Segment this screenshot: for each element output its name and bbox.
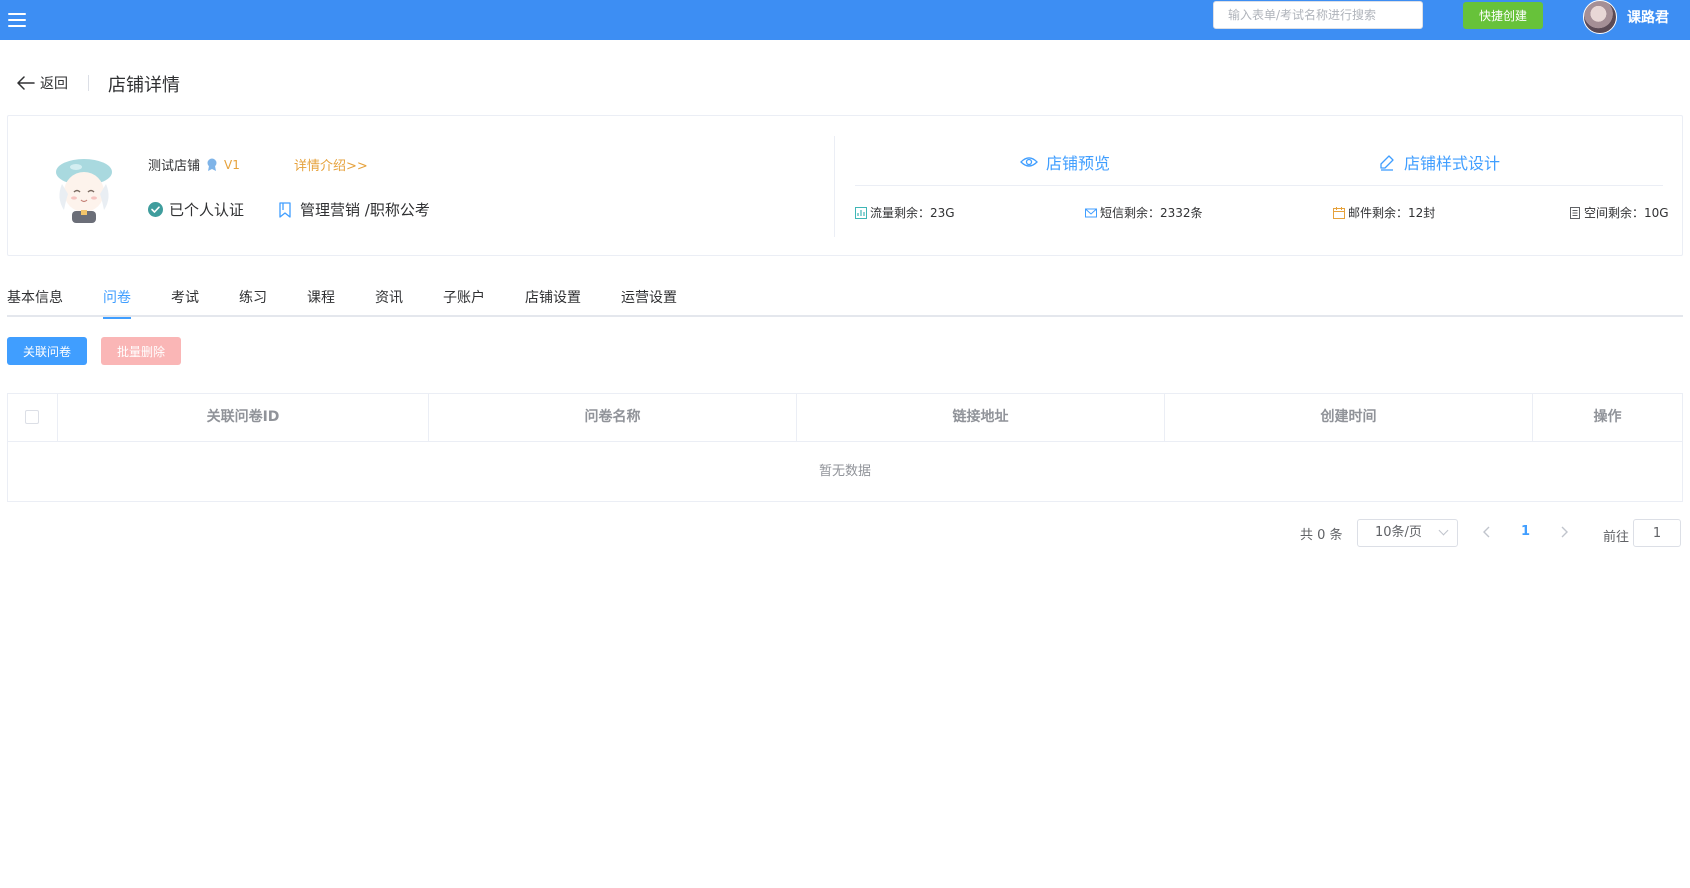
store-info-card: 测试店铺 V1 详情介绍>> 已个人认证 管理营销 /职称公考 店铺预览 店铺样… [7, 115, 1683, 256]
check-circle-icon [148, 202, 163, 217]
table-header-select [8, 394, 58, 441]
chevron-right-icon[interactable] [1556, 524, 1572, 540]
menu-icon[interactable] [8, 9, 26, 29]
chevron-down-icon [1438, 525, 1449, 536]
stat-mail-text: 邮件剩余：12封 [1348, 206, 1436, 220]
top-bar: 快捷创建 课路君 [0, 0, 1690, 40]
stat-sms-text: 短信剩余：2332条 [1100, 206, 1203, 220]
select-all-checkbox[interactable] [25, 410, 39, 424]
bookmark-icon [279, 201, 291, 218]
tab-basic-info[interactable]: 基本信息 [7, 287, 63, 317]
store-design-button[interactable]: 店铺样式设计 [1378, 150, 1500, 174]
tab-exam[interactable]: 考试 [171, 287, 199, 317]
stat-space: 空间剩余：10G [1569, 204, 1669, 221]
store-level: V1 [224, 157, 240, 172]
stat-traffic-text: 流量剩余：23G [870, 206, 955, 220]
stat-traffic: 流量剩余：23G [855, 204, 955, 221]
verified-label: 已个人认证 [169, 201, 245, 219]
store-design-label: 店铺样式设计 [1404, 154, 1501, 173]
store-name-text: 测试店铺 [148, 159, 201, 174]
goto-page-input[interactable] [1633, 519, 1681, 547]
tab-news[interactable]: 资讯 [375, 287, 403, 317]
category-label: 管理营销 /职称公考 [300, 201, 430, 219]
arrow-left-icon [17, 76, 35, 90]
store-name: 测试店铺 V1 [148, 155, 240, 175]
header-divider [88, 75, 89, 91]
tab-questionnaire[interactable]: 问卷 [103, 287, 131, 319]
tab-practice[interactable]: 练习 [239, 287, 267, 317]
store-preview-button[interactable]: 店铺预览 [1020, 150, 1110, 174]
edit-icon [1380, 155, 1394, 171]
column-header-created-time[interactable]: 创建时间 [1165, 394, 1533, 441]
message-icon [1085, 208, 1097, 217]
quick-create-button[interactable]: 快捷创建 [1463, 2, 1543, 29]
user-avatar[interactable] [1583, 0, 1617, 34]
tab-operation-settings[interactable]: 运营设置 [621, 287, 677, 317]
store-avatar [56, 159, 112, 223]
pagination-total: 共 0 条 [1300, 528, 1343, 543]
chart-icon [855, 206, 867, 219]
column-header-actions: 操作 [1593, 409, 1622, 425]
link-questionnaire-button[interactable]: 关联问卷 [7, 337, 87, 365]
column-header-name[interactable]: 问卷名称 [429, 394, 797, 441]
search-input[interactable] [1213, 1, 1423, 29]
back-label: 返回 [40, 76, 68, 92]
questionnaire-table: 关联问卷ID 问卷名称 链接地址 创建时间 操作 暂无数据 [7, 393, 1683, 502]
page-title: 店铺详情 [108, 75, 180, 96]
tab-store-settings[interactable]: 店铺设置 [525, 287, 581, 317]
stat-space-text: 空间剩余：10G [1584, 206, 1669, 220]
column-header-link[interactable]: 链接地址 [797, 394, 1165, 441]
tab-sub-account[interactable]: 子账户 [443, 287, 485, 317]
page-size-value: 10条/页 [1375, 525, 1422, 540]
batch-delete-button[interactable]: 批量删除 [101, 337, 181, 365]
store-category: 管理营销 /职称公考 [278, 199, 430, 220]
page-size-select[interactable]: 10条/页 [1357, 519, 1458, 547]
goto-label: 前往 [1603, 530, 1630, 545]
eye-icon [1020, 157, 1038, 167]
store-preview-label: 店铺预览 [1046, 154, 1111, 173]
table-empty-text: 暂无数据 [818, 464, 871, 479]
chevron-left-icon[interactable] [1479, 524, 1495, 540]
column-header-id[interactable]: 关联问卷ID [58, 394, 429, 441]
card-divider-vertical [834, 136, 835, 237]
verified-status: 已个人认证 [148, 199, 244, 220]
username[interactable]: 课路君 [1627, 7, 1669, 27]
back-button[interactable]: 返回 [17, 73, 68, 93]
stat-sms: 短信剩余：2332条 [1085, 204, 1203, 221]
detail-intro-link[interactable]: 详情介绍>> [294, 155, 368, 174]
tab-course[interactable]: 课程 [307, 287, 335, 317]
medal-icon [207, 158, 217, 171]
tab-bar: 基本信息 问卷 考试 练习 课程 资讯 子账户 店铺设置 运营设置 [7, 285, 1683, 319]
page-number-current[interactable]: 1 [1521, 524, 1530, 539]
calendar-icon [1333, 206, 1345, 219]
list-icon [1570, 206, 1580, 219]
stat-mail: 邮件剩余：12封 [1333, 204, 1435, 221]
card-divider-horizontal [855, 185, 1663, 186]
table-header: 关联问卷ID 问卷名称 链接地址 创建时间 操作 [8, 394, 1682, 442]
